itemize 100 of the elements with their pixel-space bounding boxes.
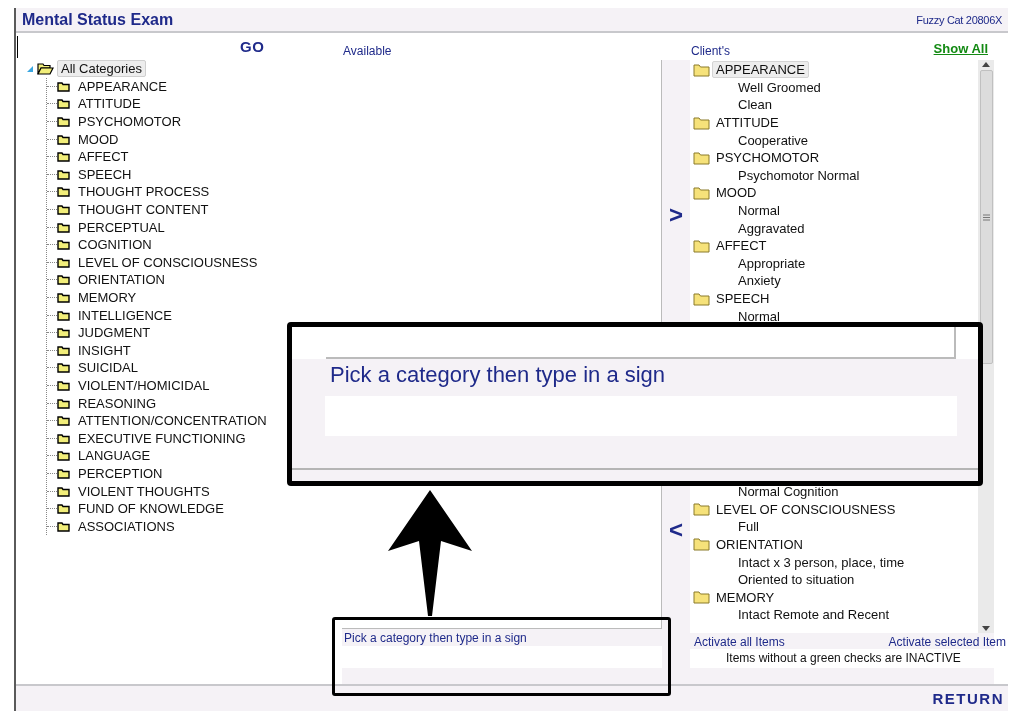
tree-item[interactable]: SPEECH bbox=[76, 166, 134, 182]
folder-icon bbox=[57, 80, 70, 92]
expand-icon[interactable] bbox=[26, 64, 34, 73]
folder-icon bbox=[57, 98, 70, 110]
sign-item[interactable]: Clean bbox=[734, 96, 776, 114]
tree-item[interactable]: APPEARANCE bbox=[76, 78, 169, 94]
category-item[interactable]: AFFECT bbox=[712, 237, 771, 255]
tree-item[interactable]: INTELLIGENCE bbox=[76, 307, 174, 323]
activate-all-link[interactable]: Activate all Items bbox=[694, 635, 785, 649]
scroll-down-icon[interactable] bbox=[982, 626, 990, 631]
sign-item[interactable]: Intact Remote and Recent bbox=[734, 606, 894, 624]
column-heading: Client's bbox=[690, 44, 730, 60]
sign-item[interactable]: Psychomotor Normal bbox=[734, 166, 864, 184]
tree-item[interactable]: ATTENTION/CONCENTRATION bbox=[76, 413, 269, 429]
tree-item[interactable]: REASONING bbox=[76, 395, 158, 411]
user-name: Fuzzy Cat 20806X bbox=[916, 13, 1002, 26]
sign-item[interactable]: Normal bbox=[734, 307, 784, 325]
folder-icon bbox=[57, 133, 70, 145]
folder-icon bbox=[57, 116, 70, 128]
sign-item[interactable]: Intact x 3 person, place, time bbox=[734, 553, 909, 571]
field-label: Pick a category then type in a sign bbox=[343, 630, 528, 646]
activate-selected-link[interactable]: Activate selected Item bbox=[888, 635, 1006, 649]
folder-icon bbox=[57, 415, 70, 427]
grip-icon bbox=[982, 213, 990, 221]
window-title: Mental Status Exam bbox=[22, 10, 174, 29]
folder-icon bbox=[57, 397, 70, 409]
folder-icon bbox=[57, 362, 70, 374]
category-item[interactable]: PSYCHOMOTOR bbox=[712, 149, 824, 167]
category-item[interactable]: MOOD bbox=[712, 184, 761, 202]
sign-item[interactable]: Normal bbox=[734, 202, 784, 220]
category-item[interactable]: LEVEL OF CONSCIOUSNESS bbox=[712, 500, 900, 518]
sign-item[interactable]: Oriented to situation bbox=[734, 571, 859, 589]
tree-item[interactable]: LANGUAGE bbox=[76, 448, 153, 464]
tree-root[interactable]: All Categories bbox=[57, 60, 146, 78]
tree-item[interactable]: MOOD bbox=[76, 131, 121, 147]
sign-item[interactable]: Normal Cognition bbox=[734, 483, 843, 501]
tree-item[interactable]: ASSOCIATIONS bbox=[76, 518, 177, 534]
tree-item[interactable]: MEMORY bbox=[76, 290, 139, 305]
return-button[interactable]: RETURN bbox=[932, 690, 1004, 707]
sign-item[interactable]: Well Groomed bbox=[734, 78, 825, 96]
folder-icon bbox=[57, 168, 70, 180]
add-button[interactable]: > bbox=[665, 201, 687, 229]
category-item[interactable]: SPEECH bbox=[712, 290, 774, 307]
folder-icon bbox=[57, 151, 70, 163]
category-item[interactable]: ORIENTATION bbox=[712, 536, 807, 553]
folder-icon bbox=[57, 344, 70, 356]
magnified-label: Pick a category then type in a sign bbox=[329, 361, 667, 389]
folder-icon bbox=[57, 432, 70, 444]
folder-icon bbox=[57, 380, 70, 391]
folder-icon bbox=[693, 502, 710, 517]
folder-icon bbox=[57, 467, 70, 479]
category-item[interactable]: MEMORY bbox=[712, 588, 779, 606]
tree-item[interactable]: SUICIDAL bbox=[76, 360, 140, 376]
folder-icon bbox=[693, 62, 710, 77]
sign-item[interactable]: Full bbox=[734, 518, 763, 536]
tree-item[interactable]: EXECUTIVE FUNCTIONING bbox=[76, 430, 248, 446]
tree-item[interactable]: ORIENTATION bbox=[76, 272, 167, 288]
folder-icon bbox=[693, 537, 710, 552]
folder-icon bbox=[57, 520, 70, 532]
tree-item[interactable]: VIOLENT THOUGHTS bbox=[76, 483, 212, 499]
folder-icon bbox=[693, 150, 710, 165]
tree-item[interactable]: LEVEL OF CONSCIOUSNESS bbox=[76, 254, 260, 270]
tree-item[interactable]: THOUGHT CONTENT bbox=[76, 202, 211, 218]
tree-item[interactable]: AFFECT bbox=[76, 149, 131, 165]
folder-icon bbox=[693, 238, 710, 253]
folder-icon bbox=[57, 221, 70, 233]
tree-item[interactable]: PSYCHOMOTOR bbox=[76, 114, 184, 130]
folder-icon bbox=[693, 185, 710, 200]
folder-icon bbox=[57, 186, 70, 198]
scroll-up-icon[interactable] bbox=[982, 62, 990, 67]
remove-button[interactable]: < bbox=[665, 516, 687, 544]
folder-icon bbox=[57, 204, 70, 216]
tree-item[interactable]: PERCEPTION bbox=[76, 465, 165, 481]
folder-icon bbox=[57, 256, 70, 268]
tree-item[interactable]: THOUGHT PROCESS bbox=[76, 184, 212, 200]
column-heading: Available bbox=[342, 44, 393, 60]
sign-item[interactable]: Cooperative bbox=[734, 131, 813, 149]
tree-item[interactable]: FUND OF KNOWLEDGE bbox=[76, 501, 226, 517]
tree-item[interactable]: COGNITION bbox=[76, 237, 154, 253]
folder-icon bbox=[693, 291, 710, 306]
sign-item[interactable]: Anxiety bbox=[734, 272, 785, 290]
folder-icon bbox=[57, 485, 70, 497]
inactive-note: Items without a green checks are INACTIVE bbox=[690, 649, 994, 668]
show-all-link[interactable]: Show All bbox=[933, 41, 988, 60]
tree-item[interactable]: ATTITUDE bbox=[76, 96, 143, 112]
folder-icon bbox=[57, 327, 70, 339]
tree-item[interactable]: PERCEPTUAL bbox=[76, 219, 167, 235]
sign-item[interactable]: Appropriate bbox=[734, 254, 810, 272]
tree-item[interactable]: JUDGMENT bbox=[76, 325, 153, 341]
category-item[interactable]: APPEARANCE bbox=[712, 61, 809, 79]
folder-icon bbox=[57, 450, 70, 462]
tree-item[interactable]: VIOLENT/HOMICIDAL bbox=[76, 378, 212, 393]
tree-item[interactable]: INSIGHT bbox=[76, 342, 133, 358]
go-button[interactable]: GO bbox=[238, 38, 267, 55]
scroll-thumb[interactable] bbox=[979, 70, 993, 364]
category-item[interactable]: ATTITUDE bbox=[712, 114, 783, 132]
folder-icon bbox=[57, 239, 70, 251]
folder-icon bbox=[57, 309, 70, 321]
sign-item[interactable]: Aggravated bbox=[734, 219, 809, 237]
open-folder-icon bbox=[37, 62, 54, 75]
